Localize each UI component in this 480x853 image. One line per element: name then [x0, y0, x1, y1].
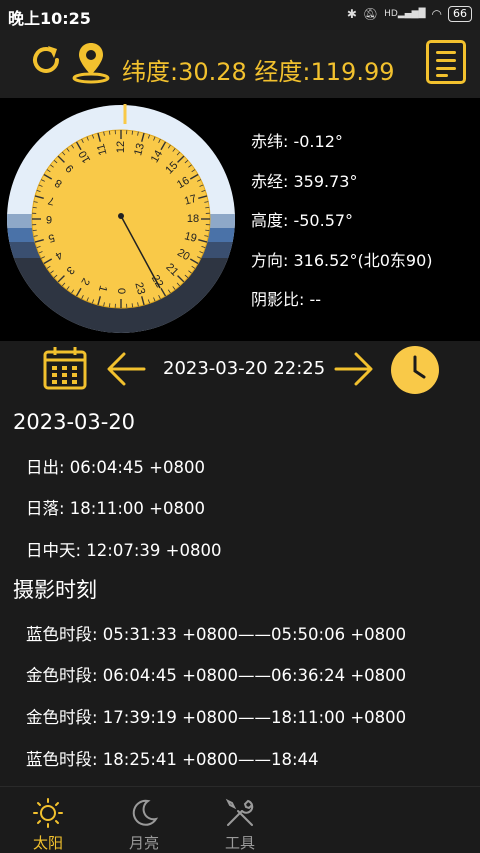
mute-icon: 🔕︎ [362, 7, 379, 21]
solar-noon-time: 日中天: 12:07:39 +0800 [26, 541, 222, 560]
moon-icon [132, 799, 159, 826]
dial-tick [131, 130, 134, 135]
sun-clock-dial: 12345678910111213141516171819202122230 [7, 104, 235, 333]
dial-hour-label: 0 [115, 288, 127, 294]
dial-tick [205, 206, 210, 209]
sun-panel: 12345678910111213141516171819202122230 赤… [0, 98, 480, 341]
battery-icon: 66 [448, 6, 472, 22]
altitude-value: 高度: -50.57° [251, 211, 354, 231]
dial-hour-label: 12 [115, 141, 127, 153]
dial-tick [108, 303, 111, 308]
dial-hour-label: 6 [46, 213, 52, 225]
bluetooth-icon: ✱ [346, 7, 357, 21]
sunrise-time: 日出: 06:04:45 +0800 [26, 458, 205, 477]
location-pin-icon[interactable] [70, 40, 112, 84]
previous-arrow-icon[interactable] [104, 349, 148, 389]
status-icons: ✱ 🔕︎ HD▂▄▆█ ◠ 66 [347, 6, 472, 22]
tab-moon[interactable]: 月亮 [104, 793, 184, 852]
clock-icon[interactable] [390, 345, 440, 395]
dial-tick [32, 229, 37, 232]
tools-icon [225, 798, 254, 826]
shadow-ratio-value: 阴影比: -- [251, 290, 322, 310]
tab-tools[interactable]: 工具 [200, 793, 280, 852]
sun-icon [33, 798, 63, 828]
status-time: 晚上10:25 [8, 9, 91, 28]
dial-tick [108, 130, 111, 135]
calendar-icon[interactable] [42, 345, 88, 391]
tab-sun[interactable]: 太阳 [8, 793, 88, 852]
dial-tick [32, 206, 37, 209]
dial-hour-label: 18 [187, 213, 199, 225]
menu-button[interactable] [426, 40, 466, 84]
declination-value: 赤纬: -0.12° [251, 132, 343, 151]
photo-time-item: 金色时段: 06:04:45 +0800——06:36:24 +0800 [26, 666, 407, 685]
dial-center [118, 213, 124, 219]
tab-label: 工具 [224, 834, 255, 852]
right-ascension-value: 赤经: 359.73° [251, 171, 358, 191]
header-bar: 纬度:30.28 经度:119.99 [0, 30, 480, 98]
tab-label: 月亮 [128, 834, 159, 852]
photo-time-item: 金色时段: 17:39:19 +0800——18:11:00 +0800 [26, 708, 407, 727]
coordinates-label: 纬度:30.28 经度:119.99 [122, 58, 395, 86]
signal-icon: HD▂▄▆█ [384, 9, 426, 19]
dial-tick [205, 229, 210, 232]
sun-times-content: 2023-03-20 日出: 06:04:45 +0800 日落: 18:11:… [0, 398, 480, 786]
refresh-icon[interactable] [26, 40, 66, 80]
bottom-tab-bar: 太阳 月亮 工具 [0, 786, 480, 853]
photo-time-item: 蓝色时段: 05:31:33 +0800——05:50:06 +0800 [26, 625, 407, 644]
current-datetime[interactable]: 2023-03-20 22:25 [163, 358, 325, 379]
photography-heading: 摄影时刻 [13, 578, 97, 602]
status-bar: 晚上10:25 ✱ 🔕︎ HD▂▄▆█ ◠ 66 [0, 0, 480, 30]
tab-label: 太阳 [32, 834, 63, 852]
next-arrow-icon[interactable] [332, 349, 376, 389]
wifi-icon: ◠ [431, 7, 442, 21]
sun-info: 赤纬: -0.12° 赤经: 359.73° 高度: -50.57° 方向: 3… [251, 122, 433, 320]
photo-time-item: 蓝色时段: 18:25:41 +0800——18:44 [26, 750, 319, 769]
dial-tick [131, 303, 134, 308]
date-time-bar: 2023-03-20 22:25 [0, 341, 480, 398]
sunset-time: 日落: 18:11:00 +0800 [26, 499, 205, 518]
azimuth-value: 方向: 316.52°(北0东90) [251, 250, 433, 270]
date-heading: 2023-03-20 [13, 410, 136, 434]
